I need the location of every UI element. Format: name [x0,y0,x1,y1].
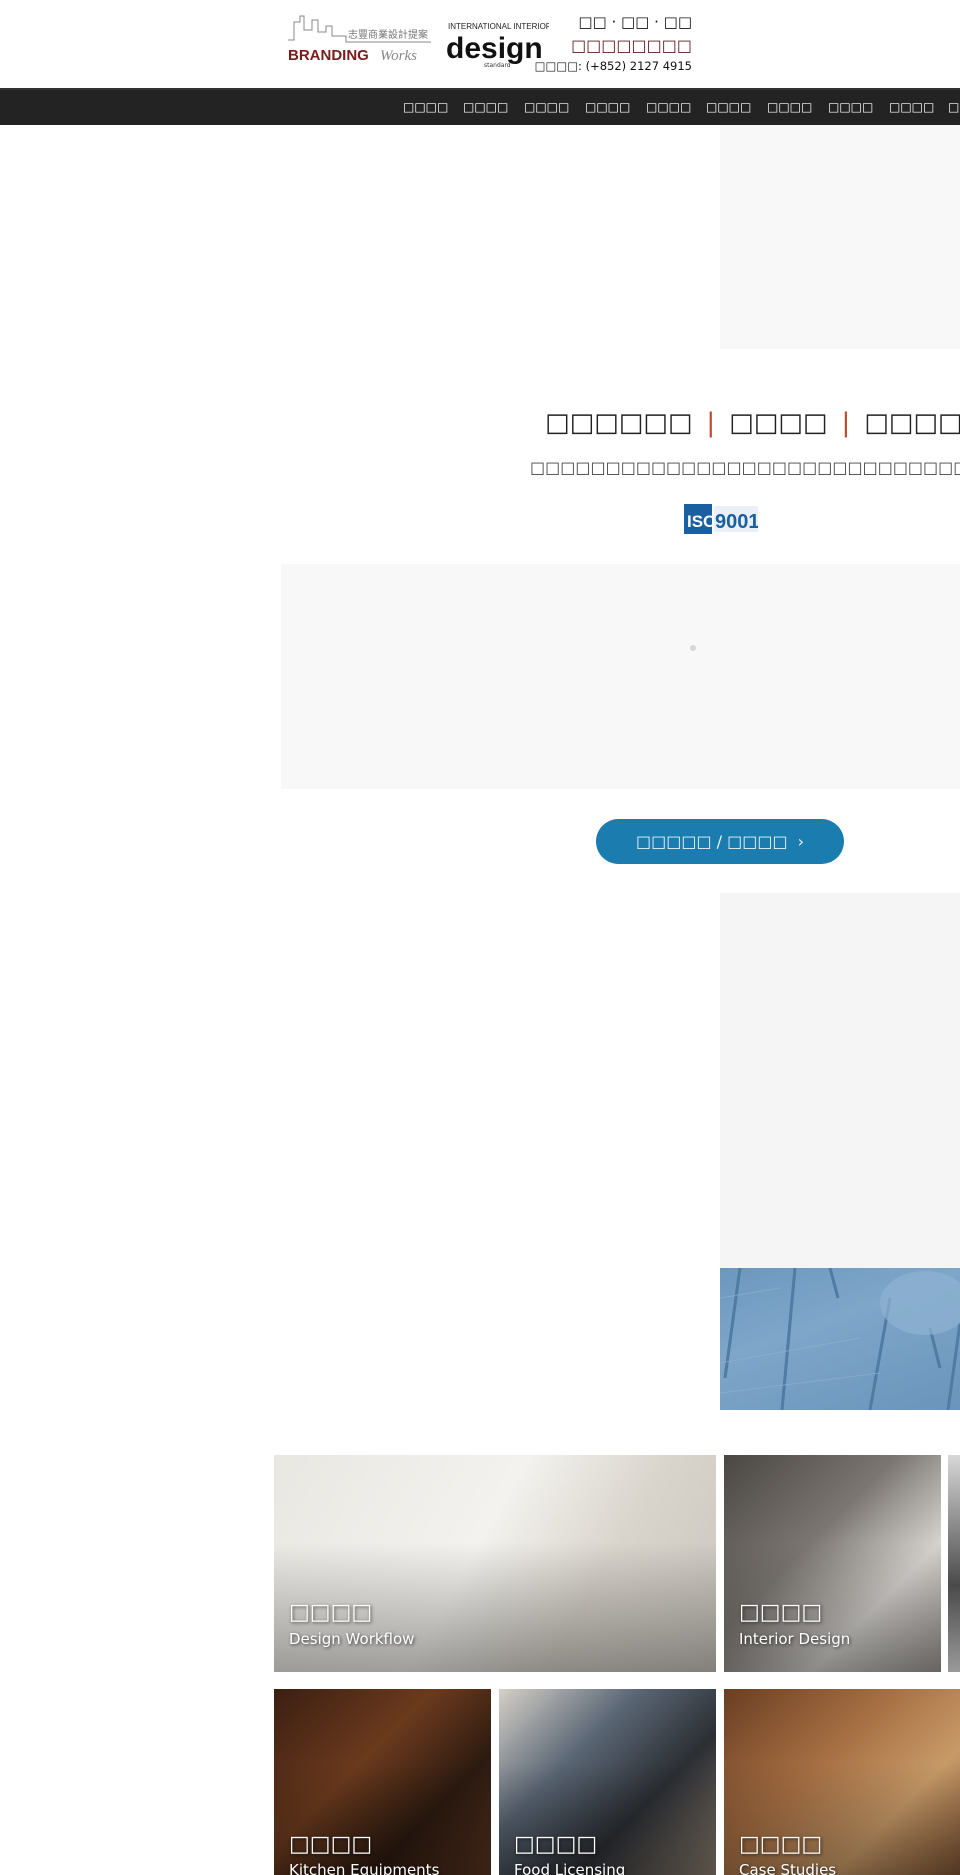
tile-title-zh: □□□□ [514,1832,598,1857]
svg-text:INTERNATIONAL INTERIOR: INTERNATIONAL INTERIOR [448,22,549,31]
image-placeholder [720,125,960,349]
nav-item[interactable]: □□□□ [524,90,569,125]
nav-item[interactable]: □□□□ [889,90,934,125]
tile-case-studies[interactable]: □□□□ Case Studies [724,1689,960,1875]
tagline-part: □□□□ [864,408,960,438]
cta-label: □□□□□ / □□□□ [635,832,788,851]
svg-text:ISO: ISO [687,512,716,531]
nav-item[interactable]: □□□□ [706,90,751,125]
tagline-part: □□□□ [729,408,828,438]
image-placeholder [720,893,960,1268]
svg-text:BRANDING: BRANDING [288,47,369,64]
tile-title-zh: □□□□ [289,1832,373,1857]
tile-title-zh: □□□□ [739,1600,823,1625]
header-services: □□ · □□ · □□ [578,13,692,31]
nav-item[interactable]: □□□□ [828,90,873,125]
tile-title-en: Kitchen Equipments [289,1861,440,1875]
svg-text:Works: Works [380,48,417,64]
nav-item[interactable]: □□□□ [585,90,630,125]
nav-item[interactable]: □□□□ [646,90,691,125]
image-slider[interactable] [281,564,960,789]
svg-text:standard: standard [484,62,511,69]
header-company-name: □□□□□□□□ [571,36,692,55]
tile-kitchen-equipments[interactable]: □□□□ Kitchen Equipments [274,1689,491,1875]
svg-text:design: design [446,32,543,65]
nav-item[interactable]: □□□□ [767,90,812,125]
chevron-right-icon: › [797,832,805,851]
nav-item[interactable]: □□□□ [403,90,448,125]
tagline-separator: | [706,408,716,438]
tagline-part: □□□□□□ [545,408,693,438]
branding-works-logo[interactable]: 志豐商業設計提案 BRANDING Works [286,12,436,70]
tile-partial[interactable] [948,1455,960,1672]
tile-title-en: Food Licensing [514,1861,626,1875]
cta-button[interactable]: □□□□□ / □□□□ › [596,819,844,864]
tile-title-zh: □□□□ [289,1600,373,1625]
tile-design-workflow[interactable]: □□□□ Design Workflow [274,1455,716,1672]
chairs-banner-image [720,1268,960,1410]
tile-title-en: Design Workflow [289,1630,415,1648]
nav-item[interactable]: □□ [948,90,960,125]
tagline: □□□□□□ | □□□□ | □□□□ [545,408,960,438]
tile-food-licensing[interactable]: □□□□ Food Licensing [499,1689,716,1875]
svg-text:志豐商業設計提案: 志豐商業設計提案 [348,28,428,41]
nav-item[interactable]: □□□□ [463,90,508,125]
header-phone[interactable]: □□□□: (+852) 2127 4915 [535,59,692,73]
svg-text:9001: 9001 [715,511,758,533]
intro-subtitle: □□□□□□□□□□□□□□□□□□□□□□□□□□□□□□□□□□□□□ [530,458,960,477]
skyline-icon: 志豐商業設計提案 BRANDING Works [288,15,431,64]
site-header: 志豐商業設計提案 BRANDING Works INTERNATIONAL IN… [0,0,960,88]
tagline-separator: | [841,408,851,438]
tile-title-zh: □□□□ [739,1832,823,1857]
slider-loading-dot [690,645,696,651]
interior-design-logo[interactable]: INTERNATIONAL INTERIOR design standard [444,18,552,70]
tile-title-en: Interior Design [739,1630,851,1648]
tile-title-en: Case Studies [739,1861,837,1875]
main-nav: □□□□ □□□□ □□□□ □□□□ □□□□ □□□□ □□□□ □□□□ … [0,88,960,125]
tile-interior-design[interactable]: □□□□ Interior Design [724,1455,941,1672]
iso-9001-badge: ISO 9001 [684,504,760,534]
